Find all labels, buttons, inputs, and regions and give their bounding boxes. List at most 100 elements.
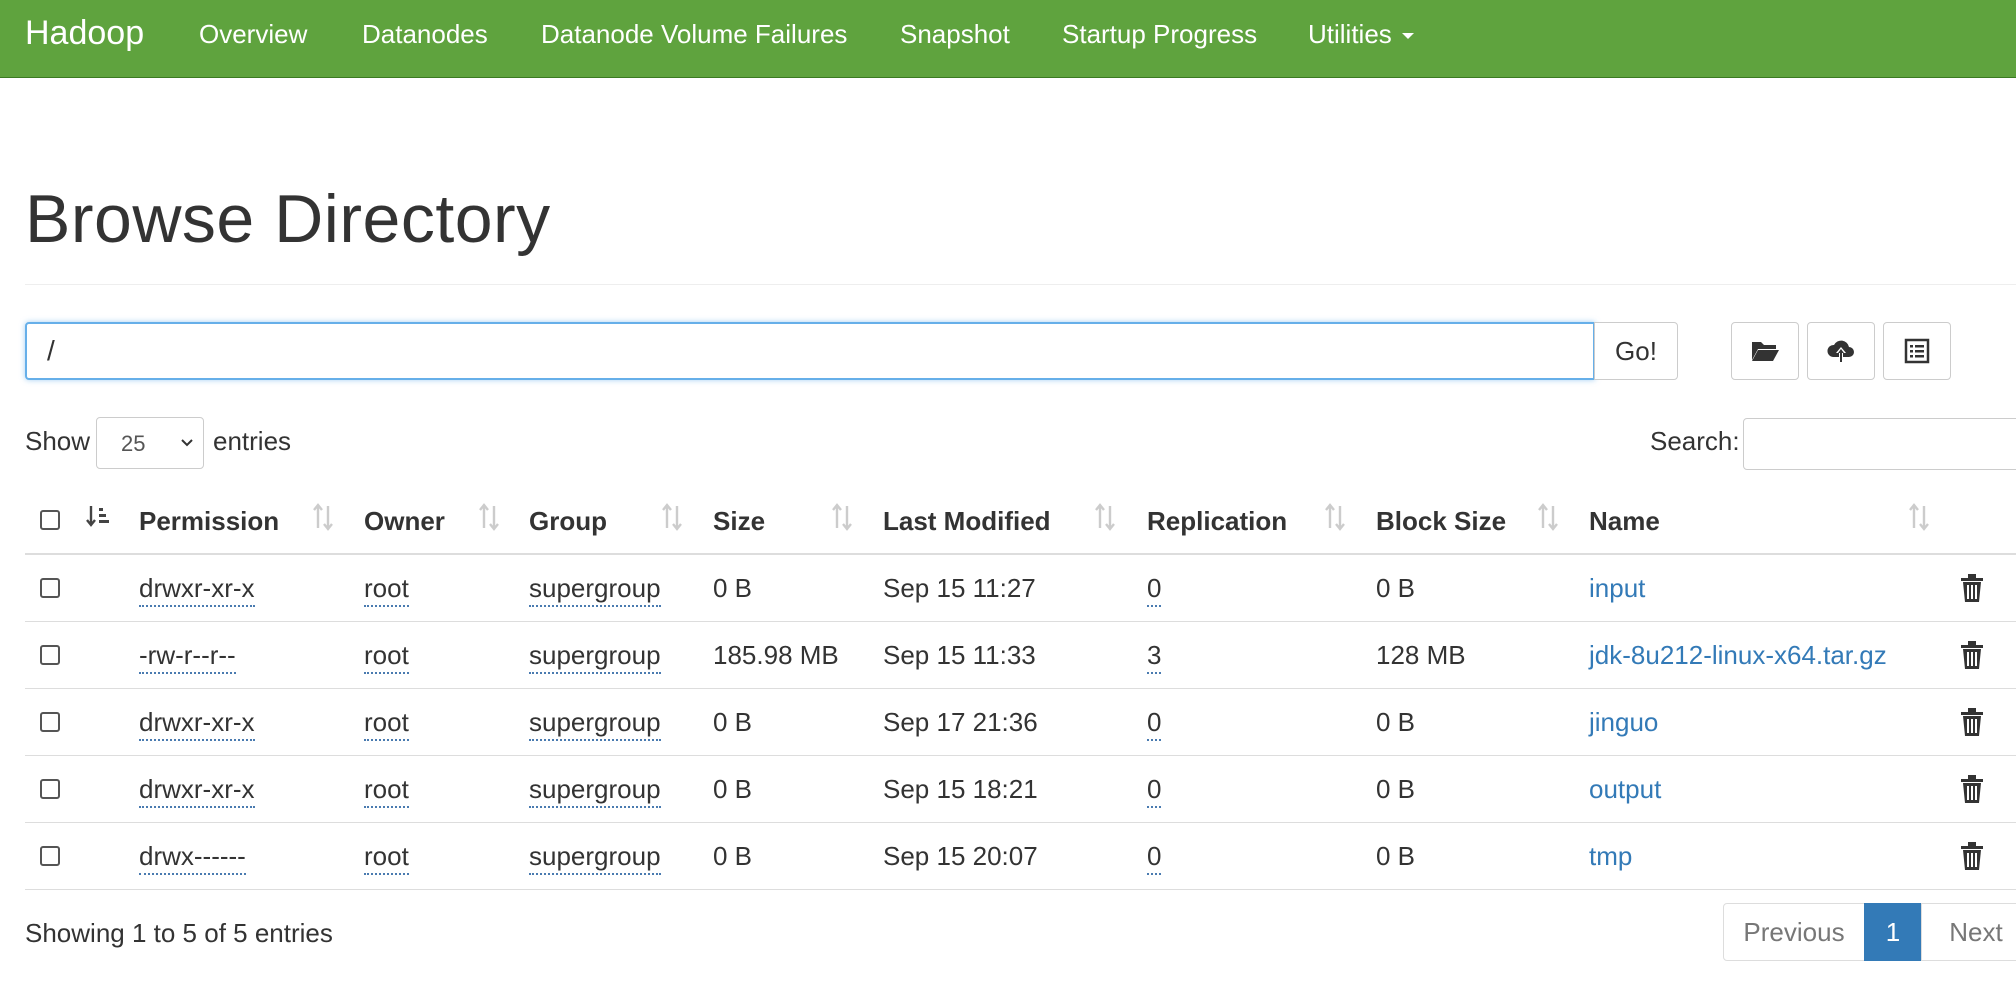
owner-cell: root bbox=[364, 573, 409, 607]
search-label: Search: bbox=[1650, 426, 1740, 456]
replication-cell[interactable]: 0 bbox=[1147, 841, 1162, 875]
owner-cell: root bbox=[364, 707, 409, 741]
trash-icon[interactable] bbox=[1960, 707, 1984, 737]
file-name-link[interactable]: jdk-8u212-linux-x64.tar.gz bbox=[1589, 640, 1887, 671]
create-directory-button[interactable] bbox=[1731, 322, 1799, 380]
size-cell: 0 B bbox=[713, 707, 753, 737]
sort-icon[interactable] bbox=[660, 502, 684, 532]
group-cell: supergroup bbox=[529, 841, 661, 875]
size-cell: 0 B bbox=[713, 841, 753, 871]
row-checkbox[interactable] bbox=[40, 712, 60, 732]
nav-startup-progress[interactable]: Startup Progress bbox=[1062, 19, 1257, 50]
column-header-size[interactable]: Size bbox=[713, 506, 765, 537]
pagination-next-button[interactable]: Next bbox=[1921, 903, 2016, 961]
search-input[interactable] bbox=[1743, 418, 2016, 470]
file-name-link[interactable]: jinguo bbox=[1589, 707, 1658, 738]
sort-icon[interactable] bbox=[477, 502, 501, 532]
file-name-link[interactable]: tmp bbox=[1589, 841, 1632, 872]
title-divider bbox=[25, 284, 2016, 285]
table-row: -rw-r--r-- root supergroup 185.98 MB Sep… bbox=[25, 622, 2016, 689]
trash-icon[interactable] bbox=[1960, 774, 1984, 804]
upload-files-button[interactable] bbox=[1807, 322, 1875, 380]
group-cell: supergroup bbox=[529, 774, 661, 808]
trash-icon[interactable] bbox=[1960, 573, 1984, 603]
page-length-select[interactable]: 25 bbox=[96, 417, 204, 469]
group-cell: supergroup bbox=[529, 640, 661, 674]
block-size-cell: 0 B bbox=[1376, 573, 1416, 603]
size-cell: 0 B bbox=[713, 573, 753, 603]
block-size-cell: 0 B bbox=[1376, 841, 1416, 871]
block-size-cell: 0 B bbox=[1376, 774, 1416, 804]
replication-cell[interactable]: 0 bbox=[1147, 707, 1162, 741]
chevron-down-icon bbox=[181, 439, 193, 447]
directory-path-input[interactable] bbox=[25, 322, 1595, 380]
sort-icon[interactable] bbox=[830, 502, 854, 532]
go-button[interactable]: Go! bbox=[1594, 322, 1678, 380]
permission-cell[interactable]: -rw-r--r-- bbox=[139, 640, 236, 674]
pagination-previous-button[interactable]: Previous bbox=[1723, 903, 1865, 961]
page-title: Browse Directory bbox=[25, 181, 551, 257]
trash-icon[interactable] bbox=[1960, 640, 1984, 670]
cloud-upload-icon bbox=[1827, 340, 1854, 362]
sort-icon[interactable] bbox=[1323, 502, 1347, 532]
column-header-block-size[interactable]: Block Size bbox=[1376, 506, 1506, 537]
last-modified-cell: Sep 17 21:36 bbox=[883, 707, 1038, 737]
file-name-link[interactable]: output bbox=[1589, 774, 1661, 805]
table-info: Showing 1 to 5 of 5 entries bbox=[25, 918, 333, 948]
sort-icon[interactable] bbox=[1536, 502, 1560, 532]
nav-datanode-volume-failures[interactable]: Datanode Volume Failures bbox=[541, 19, 847, 50]
column-header-permission[interactable]: Permission bbox=[139, 506, 279, 537]
owner-cell: root bbox=[364, 774, 409, 808]
file-name-link[interactable]: input bbox=[1589, 573, 1645, 604]
sort-ascending-icon[interactable] bbox=[86, 502, 112, 532]
select-all-checkbox[interactable] bbox=[40, 510, 60, 530]
sort-icon[interactable] bbox=[311, 502, 335, 532]
caret-down-icon bbox=[1401, 33, 1414, 40]
pagination-page-1[interactable]: 1 bbox=[1864, 903, 1922, 961]
last-modified-cell: Sep 15 18:21 bbox=[883, 774, 1038, 804]
last-modified-cell: Sep 15 11:33 bbox=[883, 640, 1036, 670]
folder-open-icon bbox=[1752, 342, 1779, 361]
sort-icon[interactable] bbox=[1093, 502, 1117, 532]
size-cell: 0 B bbox=[713, 774, 753, 804]
nav-overview[interactable]: Overview bbox=[199, 19, 307, 50]
nav-datanodes[interactable]: Datanodes bbox=[362, 19, 488, 50]
block-size-cell: 0 B bbox=[1376, 707, 1416, 737]
list-icon bbox=[1904, 338, 1930, 364]
owner-cell: root bbox=[364, 841, 409, 875]
group-cell: supergroup bbox=[529, 707, 661, 741]
brand-link[interactable]: Hadoop bbox=[25, 14, 144, 53]
column-header-owner[interactable]: Owner bbox=[364, 506, 445, 537]
row-checkbox[interactable] bbox=[40, 645, 60, 665]
permission-cell[interactable]: drwxr-xr-x bbox=[139, 774, 255, 808]
column-header-name[interactable]: Name bbox=[1589, 506, 1660, 537]
entries-label: entries bbox=[213, 426, 292, 456]
trash-icon[interactable] bbox=[1960, 841, 1984, 871]
nav-snapshot[interactable]: Snapshot bbox=[900, 19, 1010, 50]
permission-cell[interactable]: drwx------ bbox=[139, 841, 246, 875]
show-label: Show bbox=[25, 426, 91, 456]
row-checkbox[interactable] bbox=[40, 846, 60, 866]
page-length-value: 25 bbox=[121, 431, 146, 456]
column-header-last-modified[interactable]: Last Modified bbox=[883, 506, 1051, 537]
nav-utilities-dropdown[interactable]: Utilities bbox=[1308, 19, 1414, 50]
row-checkbox[interactable] bbox=[40, 779, 60, 799]
navbar: Hadoop Overview Datanodes Datanode Volum… bbox=[0, 0, 2016, 78]
replication-cell[interactable]: 0 bbox=[1147, 573, 1162, 607]
table-row: drwxr-xr-x root supergroup 0 B Sep 17 21… bbox=[25, 689, 2016, 756]
replication-cell[interactable]: 3 bbox=[1147, 640, 1162, 674]
column-header-replication[interactable]: Replication bbox=[1147, 506, 1287, 537]
permission-cell[interactable]: drwxr-xr-x bbox=[139, 707, 255, 741]
sort-icon[interactable] bbox=[1907, 502, 1931, 532]
replication-cell[interactable]: 0 bbox=[1147, 774, 1162, 808]
cut-paste-button[interactable] bbox=[1883, 322, 1951, 380]
row-checkbox[interactable] bbox=[40, 578, 60, 598]
table-row: drwx------ root supergroup 0 B Sep 15 20… bbox=[25, 823, 2016, 890]
column-header-group[interactable]: Group bbox=[529, 506, 607, 537]
group-cell: supergroup bbox=[529, 573, 661, 607]
last-modified-cell: Sep 15 20:07 bbox=[883, 841, 1038, 871]
permission-cell[interactable]: drwxr-xr-x bbox=[139, 573, 255, 607]
block-size-cell: 128 MB bbox=[1376, 640, 1466, 670]
size-cell: 185.98 MB bbox=[713, 640, 839, 670]
last-modified-cell: Sep 15 11:27 bbox=[883, 573, 1036, 603]
